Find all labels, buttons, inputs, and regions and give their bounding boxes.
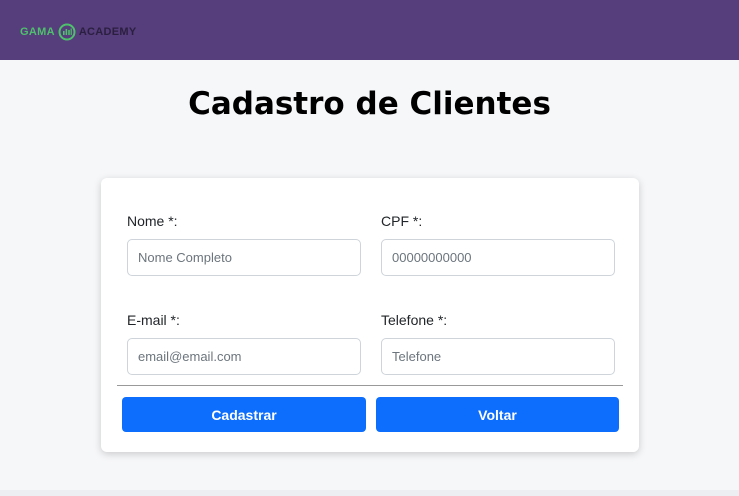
email-input[interactable] [127,338,361,375]
cpf-input[interactable] [381,239,615,276]
voltar-button[interactable]: Voltar [376,397,619,432]
logo-text-gama: GAMA [20,26,55,38]
client-form-card: Nome *: CPF *: E-mail *: Telefone *: Cad… [101,178,639,452]
telefone-label: Telefone *: [381,312,448,328]
nome-label: Nome *: [127,213,178,229]
nome-input[interactable] [127,239,361,276]
telefone-input[interactable] [381,338,615,375]
logo-text-academy: ACADEMY [78,26,137,38]
cpf-label: CPF *: [381,213,423,229]
form-divider [117,385,623,386]
gama-academy-logo[interactable]: GAMA ACADEMY [20,19,137,45]
email-label: E-mail *: [127,312,180,328]
top-navbar: GAMA ACADEMY [0,0,739,60]
logo-mark-icon [58,23,76,41]
page-bottom-edge [0,490,739,496]
page-title: Cadastro de Clientes [188,86,551,122]
cadastrar-button[interactable]: Cadastrar [122,397,366,432]
